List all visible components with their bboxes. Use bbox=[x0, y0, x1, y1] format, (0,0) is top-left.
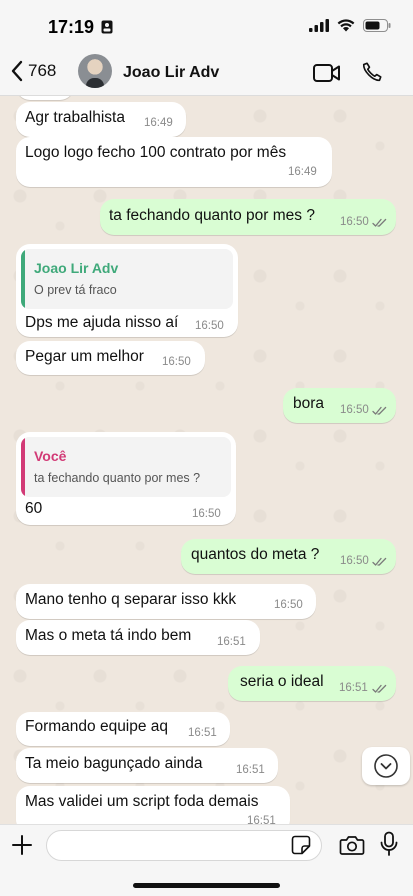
message-time: 16:50 bbox=[162, 356, 191, 368]
message-time: 16:50 bbox=[340, 555, 369, 567]
quoted-message[interactable]: Você ta fechando quanto por mes ? bbox=[21, 437, 231, 497]
message-input[interactable] bbox=[46, 830, 322, 861]
battery-icon bbox=[363, 19, 391, 32]
message-time: 16:51 bbox=[217, 636, 246, 648]
message-time: 16:51 bbox=[247, 815, 276, 824]
message-bubble[interactable]: ta fechando quanto por mes ? 16:50 bbox=[100, 199, 396, 235]
status-time: 17:19 bbox=[48, 17, 113, 38]
chevron-left-icon bbox=[11, 60, 23, 82]
message-time: 16:50 bbox=[192, 508, 221, 520]
quote-text: ta fechando quanto por mes ? bbox=[34, 471, 201, 485]
contact-name[interactable]: Joao Lir Adv bbox=[123, 64, 219, 82]
message-bubble[interactable]: Mas validei um script foda demais 16:51 bbox=[16, 786, 290, 824]
read-receipt-icon bbox=[372, 684, 387, 693]
status-bar: 17:19 bbox=[0, 0, 413, 50]
message-bubble-reply[interactable]: Você ta fechando quanto por mes ? 60 16:… bbox=[16, 432, 236, 525]
message-text: seria o ideal bbox=[240, 673, 324, 690]
video-icon bbox=[313, 64, 340, 82]
badge-icon bbox=[101, 20, 113, 34]
message-time: 16:51 bbox=[188, 727, 217, 739]
quote-author: Joao Lir Adv bbox=[34, 260, 119, 276]
plus-icon bbox=[12, 835, 32, 855]
message-text: Dps me ajuda nisso aí bbox=[25, 314, 179, 331]
message-bubble[interactable]: Formando equipe aq 16:51 bbox=[16, 712, 230, 746]
wifi-icon bbox=[337, 19, 355, 32]
voice-call-button[interactable] bbox=[361, 61, 383, 88]
sticker-button[interactable] bbox=[291, 835, 311, 860]
quote-author: Você bbox=[34, 448, 67, 464]
scroll-to-bottom-button[interactable] bbox=[362, 747, 410, 785]
chat-header: 768 Joao Lir Adv bbox=[0, 50, 413, 96]
message-text: Agr trabalhista bbox=[25, 109, 125, 126]
message-time: 16:49 bbox=[288, 166, 317, 178]
read-receipt-icon bbox=[372, 406, 387, 415]
mic-icon bbox=[380, 831, 398, 856]
message-time: 16:51 bbox=[339, 682, 368, 694]
quote-text: O prev tá fraco bbox=[34, 283, 117, 297]
message-time: 16:50 bbox=[340, 404, 369, 416]
quote-bar bbox=[21, 249, 25, 309]
back-button[interactable]: 768 bbox=[10, 60, 56, 82]
signal-icon bbox=[309, 19, 329, 32]
message-text: Mas validei um script foda demais bbox=[25, 793, 259, 810]
attach-button[interactable] bbox=[10, 833, 34, 862]
message-text: 60 bbox=[25, 500, 43, 517]
message-text: Mano tenho q separar isso kkk bbox=[25, 591, 237, 608]
message-bubble[interactable]: Agr trabalhista 16:49 bbox=[16, 102, 186, 137]
sticker-icon bbox=[291, 835, 311, 855]
message-time: 16:50 bbox=[195, 320, 224, 332]
home-indicator bbox=[133, 883, 280, 888]
message-time: 16:51 bbox=[236, 764, 265, 776]
quoted-message[interactable]: Joao Lir Adv O prev tá fraco bbox=[21, 249, 233, 309]
message-bubble[interactable]: Logo logo fecho 100 contrato por mês 16:… bbox=[16, 137, 332, 187]
contact-avatar[interactable] bbox=[78, 54, 112, 88]
message-bubble[interactable]: Mano tenho q separar isso kkk 16:50 bbox=[16, 584, 316, 619]
message-text: bora bbox=[293, 395, 325, 412]
message-time: 16:50 bbox=[274, 599, 303, 611]
message-bubble[interactable]: Mas o meta tá indo bem 16:51 bbox=[16, 620, 260, 655]
message-text: Formando equipe aq bbox=[25, 718, 169, 735]
message-time: 16:49 bbox=[144, 117, 173, 129]
read-receipt-icon bbox=[372, 557, 387, 566]
composer-bar bbox=[0, 824, 413, 896]
quote-bar bbox=[21, 437, 25, 497]
video-call-button[interactable] bbox=[313, 63, 341, 88]
message-list[interactable]: Agr trabalhista 16:49 Logo logo fecho 10… bbox=[0, 96, 413, 824]
message-bubble[interactable]: bora 16:50 bbox=[283, 388, 396, 423]
message-bubble-reply[interactable]: Joao Lir Adv O prev tá fraco Dps me ajud… bbox=[16, 244, 238, 337]
message-bubble[interactable]: Pegar um melhor 16:50 bbox=[16, 341, 205, 375]
message-bubble[interactable]: quantos do meta ? 16:50 bbox=[181, 539, 396, 574]
message-text: Logo logo fecho 100 contrato por mês bbox=[25, 144, 287, 161]
camera-button[interactable] bbox=[339, 834, 365, 861]
message-bubble[interactable]: seria o ideal 16:51 bbox=[228, 666, 396, 701]
message-text: Pegar um melhor bbox=[25, 348, 144, 365]
message-text: ta fechando quanto por mes ? bbox=[109, 207, 315, 224]
status-icons bbox=[309, 19, 391, 32]
message-time: 16:50 bbox=[340, 216, 369, 228]
phone-icon bbox=[362, 62, 382, 82]
read-receipt-icon bbox=[372, 218, 387, 227]
microphone-button[interactable] bbox=[380, 831, 398, 862]
message-bubble[interactable]: Ta meio bagunçado ainda 16:51 bbox=[16, 748, 278, 783]
message-text: Ta meio bagunçado ainda bbox=[25, 755, 203, 772]
camera-icon bbox=[339, 836, 365, 855]
message-text: quantos do meta ? bbox=[191, 546, 320, 563]
message-bubble-partial bbox=[16, 96, 74, 100]
message-text: Mas o meta tá indo bem bbox=[25, 627, 192, 644]
chevron-down-icon bbox=[374, 754, 398, 778]
unread-count: 768 bbox=[28, 61, 57, 80]
